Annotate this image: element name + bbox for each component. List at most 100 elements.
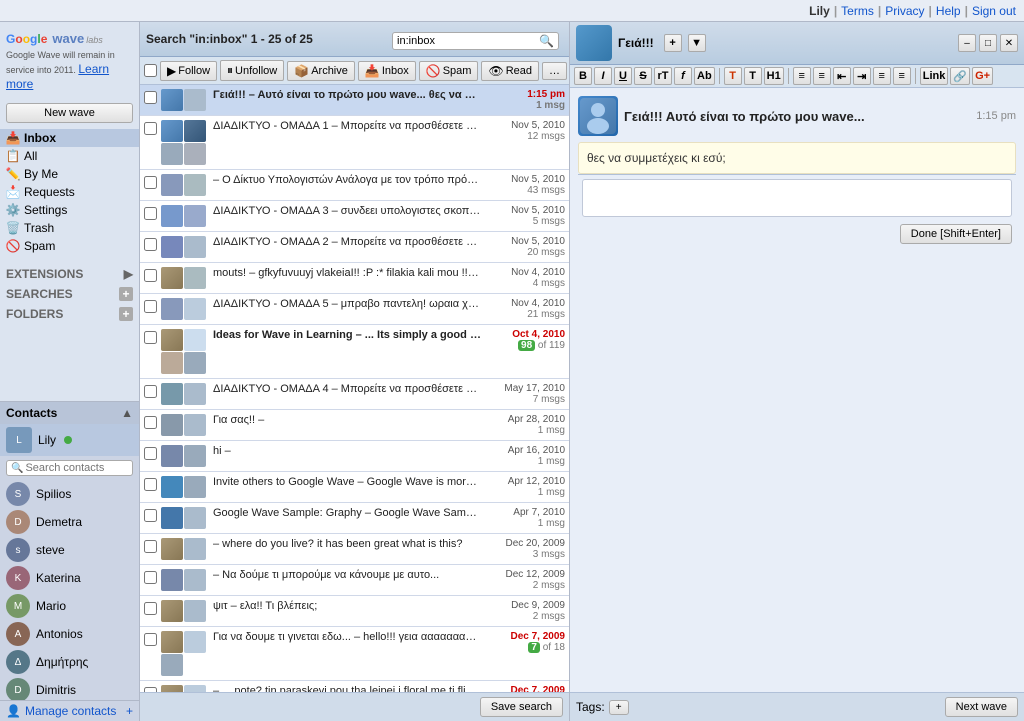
wave-checkbox-6[interactable]: [144, 269, 157, 282]
wave-item-3[interactable]: – Ο Δίκτυο Υπολογιστών Ανάλογα με τον τρ…: [140, 170, 569, 201]
wave-item-10[interactable]: Για σας!! – Apr 28, 2010 1 msg: [140, 410, 569, 441]
help-link[interactable]: Help: [936, 4, 961, 18]
format-indent1-button[interactable]: ⇤: [833, 67, 851, 85]
save-search-button[interactable]: Save search: [480, 697, 563, 717]
wave-checkbox-3[interactable]: [144, 176, 157, 189]
wave-item-6[interactable]: mouts! – gfkyfuvuuyj vlakeiaI!! :P :* fi…: [140, 263, 569, 294]
format-t2-button[interactable]: T: [744, 67, 762, 85]
wave-item-13[interactable]: Google Wave Sample: Graphy – Google Wave…: [140, 503, 569, 534]
wave-item-14[interactable]: – where do you live? it has been great w…: [140, 534, 569, 565]
wave-minimize-button[interactable]: –: [958, 34, 976, 52]
wave-maximize-button[interactable]: □: [979, 34, 997, 52]
wave-item-2[interactable]: ΔΙΑΔΙΚΤΥΟ - ΟΜΑΔΑ 1 – Μπορείτε να προσθέ…: [140, 116, 569, 170]
format-list1-button[interactable]: ≡: [793, 67, 811, 85]
wave-checkbox-17[interactable]: [144, 633, 157, 646]
wave-checkbox-2[interactable]: [144, 122, 157, 135]
contact-item-spilios[interactable]: S Spilios: [0, 480, 139, 508]
format-font-button[interactable]: f: [674, 67, 692, 85]
wave-item-5[interactable]: ΔΙΑΔΙΚΤΥΟ - ΟΜΑΔΑ 2 – Μπορείτε να προσθέ…: [140, 232, 569, 263]
sidebar-item-byme[interactable]: ✏️ By Me: [0, 165, 139, 183]
contact-item-demetra[interactable]: D Demetra: [0, 508, 139, 536]
wave-participant-dropdown-button[interactable]: ▼: [688, 34, 706, 52]
format-strikethrough-button[interactable]: S: [634, 67, 652, 85]
wave-item-16[interactable]: ψιτ – ελα!! Τι βλέπεις; Dec 9, 2009 2 ms…: [140, 596, 569, 627]
contacts-collapse-button[interactable]: ▲: [121, 406, 133, 420]
wave-checkbox-14[interactable]: [144, 540, 157, 553]
add-contact-button[interactable]: +: [126, 704, 133, 718]
wave-checkbox-8[interactable]: [144, 331, 157, 344]
format-align2-button[interactable]: ≡: [893, 67, 911, 85]
wave-item-15[interactable]: – Να δούμε τι μπορούμε να κάνουμε με αυτ…: [140, 565, 569, 596]
unfollow-button[interactable]: ⏸ Unfollow: [220, 60, 284, 81]
format-attachment-button[interactable]: 🔗: [950, 67, 970, 85]
format-underline-button[interactable]: U: [614, 67, 632, 85]
contact-item-mario[interactable]: M Mario: [0, 592, 139, 620]
select-all-checkbox[interactable]: [144, 64, 157, 77]
contact-item-dimitris-gr[interactable]: Δ Δημήτρης: [0, 648, 139, 676]
contact-item-steve[interactable]: s steve: [0, 536, 139, 564]
contact-item-dimitris[interactable]: D Dimitris: [0, 676, 139, 700]
format-align1-button[interactable]: ≡: [873, 67, 891, 85]
sidebar-item-inbox[interactable]: 📥 Inbox: [0, 129, 139, 147]
wave-item-12[interactable]: Invite others to Google Wave – Google Wa…: [140, 472, 569, 503]
wave-checkbox-1[interactable]: [144, 91, 157, 104]
more-button[interactable]: …: [542, 62, 567, 80]
wave-reply-input[interactable]: [582, 179, 1012, 217]
wave-item-11[interactable]: hi – Apr 16, 2010 1 msg: [140, 441, 569, 472]
search-icon[interactable]: 🔍: [539, 34, 554, 48]
wave-checkbox-12[interactable]: [144, 478, 157, 491]
wave-item-4[interactable]: ΔΙΑΔΙΚΤΥΟ - ΟΜΑΔΑ 3 – συνδεει υπολογιστε…: [140, 201, 569, 232]
follow-button[interactable]: ▶ Follow: [160, 61, 217, 81]
search-contacts-input[interactable]: [25, 462, 128, 474]
format-list2-button[interactable]: ≡: [813, 67, 831, 85]
wave-compose-area[interactable]: Done [Shift+Enter]: [578, 174, 1016, 248]
read-button[interactable]: 👁 Read: [481, 61, 539, 81]
wave-checkbox-15[interactable]: [144, 571, 157, 584]
add-tag-button[interactable]: +: [609, 700, 629, 715]
privacy-link[interactable]: Privacy: [885, 4, 924, 18]
wave-checkbox-4[interactable]: [144, 207, 157, 220]
sidebar-item-settings[interactable]: ⚙️ Settings: [0, 201, 139, 219]
add-search-button[interactable]: +: [119, 287, 133, 301]
wave-item-8[interactable]: Ideas for Wave in Learning – ... Its sim…: [140, 325, 569, 379]
wave-add-participant-button[interactable]: +: [664, 34, 682, 52]
format-superscript-button[interactable]: rT: [654, 67, 672, 85]
wave-checkbox-13[interactable]: [144, 509, 157, 522]
wave-item-9[interactable]: ΔΙΑΔΙΚΤΥΟ - ΟΜΑΔΑ 4 – Μπορείτε να προσθέ…: [140, 379, 569, 410]
wave-item-7[interactable]: ΔΙΑΔΙΚΤΥΟ - ΟΜΑΔΑ 5 – μπραβο παντελη! ωρ…: [140, 294, 569, 325]
add-folder-button[interactable]: +: [119, 307, 133, 321]
wave-close-button[interactable]: ✕: [1000, 34, 1018, 52]
sidebar-item-trash[interactable]: 🗑️ Trash: [0, 219, 139, 237]
sidebar-item-spam[interactable]: 🚫 Spam: [0, 237, 139, 255]
next-wave-button[interactable]: Next wave: [945, 697, 1018, 717]
sidebar-item-all[interactable]: 📋 All: [0, 147, 139, 165]
archive-button[interactable]: 📦 Archive: [287, 61, 355, 81]
format-h1-button[interactable]: H1: [764, 67, 784, 85]
search-box[interactable]: 🔍: [392, 32, 559, 50]
sidebar-item-requests[interactable]: 📩 Requests: [0, 183, 139, 201]
wave-checkbox-10[interactable]: [144, 416, 157, 429]
format-ab-button[interactable]: Ab: [694, 67, 715, 85]
format-indent2-button[interactable]: ⇥: [853, 67, 871, 85]
signout-link[interactable]: Sign out: [972, 4, 1016, 18]
format-italic-button[interactable]: I: [594, 67, 612, 85]
inbox-button[interactable]: 📥 Inbox: [358, 61, 416, 81]
wave-item-17[interactable]: Για να δουμε τι γινεται εδω... – hello!!…: [140, 627, 569, 681]
wave-checkbox-7[interactable]: [144, 300, 157, 313]
terms-link[interactable]: Terms: [841, 4, 874, 18]
format-bold-button[interactable]: B: [574, 67, 592, 85]
contact-item-antonios[interactable]: A Antonios: [0, 620, 139, 648]
search-input[interactable]: [397, 35, 539, 47]
wave-checkbox-5[interactable]: [144, 238, 157, 251]
format-t1-button[interactable]: T: [724, 67, 742, 85]
manage-contacts-link[interactable]: 👤 Manage contacts +: [0, 700, 139, 721]
done-button[interactable]: Done [Shift+Enter]: [900, 224, 1012, 244]
contact-item-katerina[interactable]: K Katerina: [0, 564, 139, 592]
wave-checkbox-11[interactable]: [144, 447, 157, 460]
search-contacts-box[interactable]: 🔍: [6, 460, 133, 476]
wave-item-1[interactable]: Γειά!!! – Αυτό είναι το πρώτο μου wave..…: [140, 85, 569, 116]
format-gplus-button[interactable]: G+: [972, 67, 993, 85]
learn-more-link[interactable]: Learn more: [6, 62, 109, 92]
wave-item-18[interactable]: – ... pote? tin paraskevi pou tha leipei…: [140, 681, 569, 692]
new-wave-button[interactable]: New wave: [6, 103, 133, 123]
